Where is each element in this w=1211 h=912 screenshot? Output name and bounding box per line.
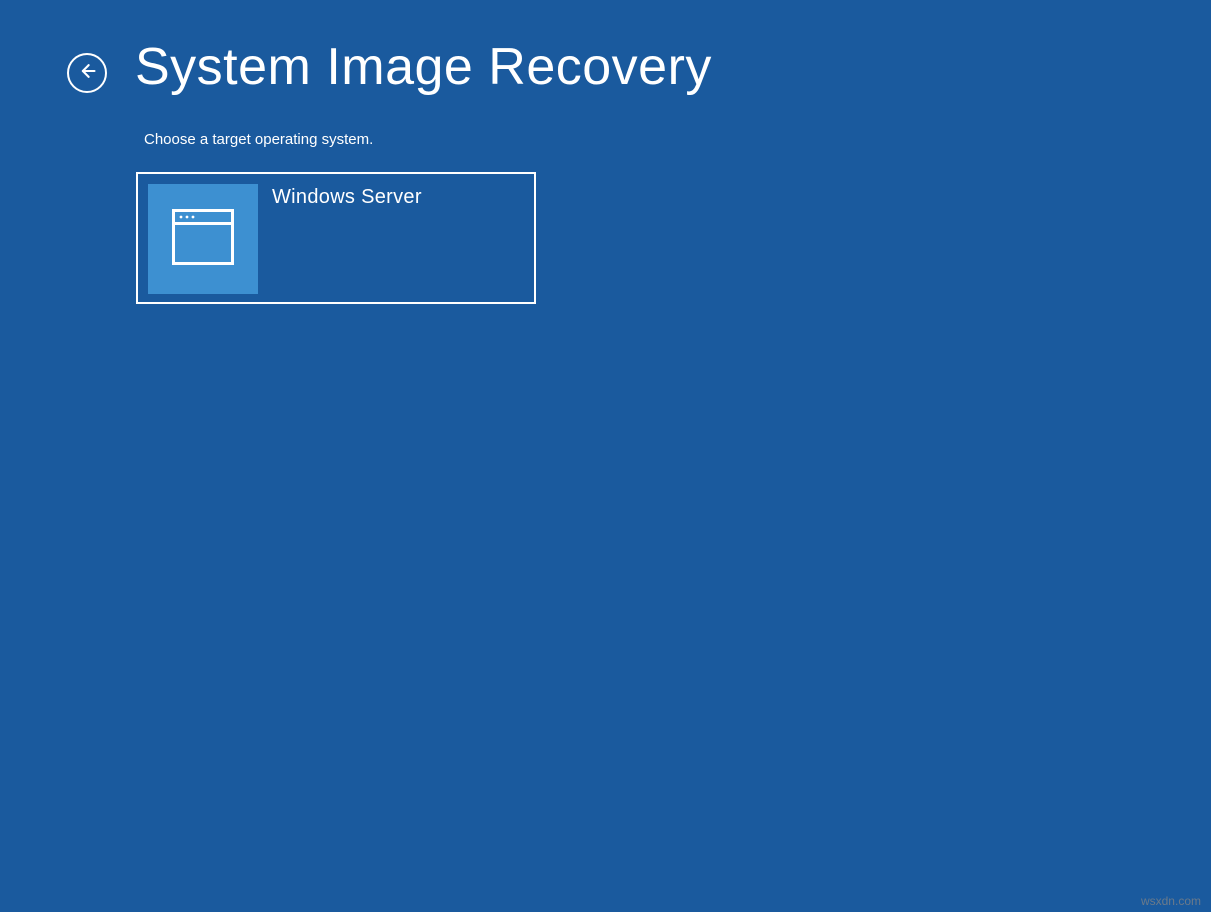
page-title: System Image Recovery <box>135 37 712 97</box>
watermark-text: wsxdn.com <box>1141 894 1201 908</box>
os-option-tile[interactable]: Windows Server <box>136 172 536 304</box>
page-header: System Image Recovery <box>67 37 712 97</box>
instruction-text: Choose a target operating system. <box>144 131 373 148</box>
os-tile-icon-container <box>148 184 258 294</box>
os-option-label: Windows Server <box>272 186 422 209</box>
back-button[interactable] <box>67 53 107 93</box>
back-arrow-icon <box>77 61 97 86</box>
window-icon <box>172 209 234 270</box>
